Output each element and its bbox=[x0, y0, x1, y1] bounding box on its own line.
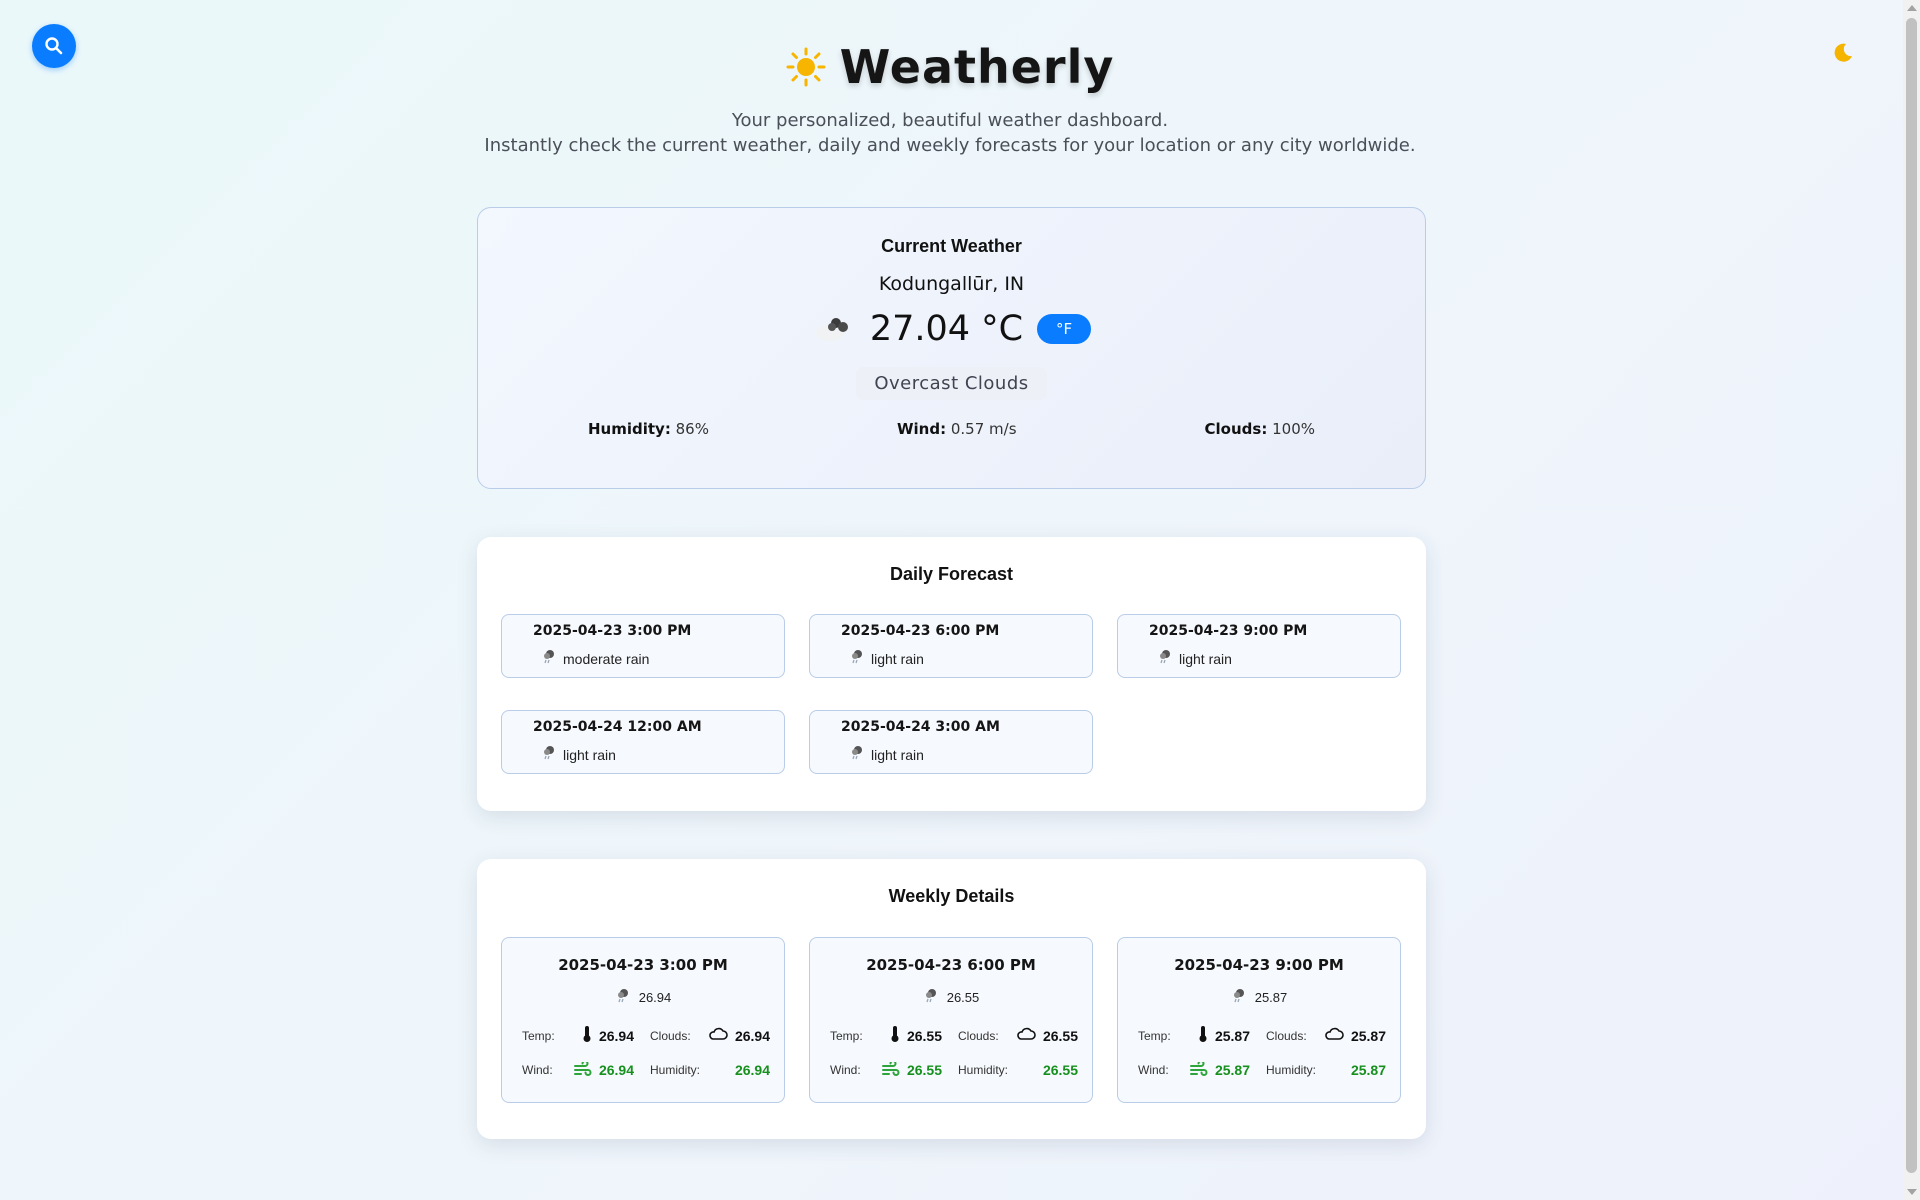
thermometer-icon bbox=[1198, 1025, 1208, 1046]
weekly-item[interactable]: 2025-04-23 6:00 PM 26.55 Temp: 26.55 Clouds:… bbox=[809, 937, 1093, 1103]
rain-icon bbox=[541, 745, 557, 764]
wind-icon bbox=[881, 1059, 900, 1079]
temp-label: Temp: bbox=[830, 1028, 863, 1043]
weekly-details-heading: Weekly Details bbox=[888, 886, 1015, 906]
daily-forecast-card: Daily Forecast 2025-04-23 3:00 PM modera… bbox=[477, 537, 1426, 811]
wind-value: 26.55 bbox=[906, 1062, 942, 1078]
current-weather-card: Current Weather Kodungallūr, IN 27.04 °C… bbox=[477, 207, 1426, 489]
current-temperature: 27.04 °C bbox=[869, 309, 1024, 349]
rain-icon bbox=[615, 988, 631, 1007]
cloud-icon bbox=[1016, 1027, 1036, 1044]
humidity-value: 26.94 bbox=[734, 1062, 770, 1078]
daily-forecast-heading: Daily Forecast bbox=[889, 564, 1014, 584]
forecast-date: 2025-04-23 9:00 PM bbox=[1149, 623, 1308, 639]
page-header: Weatherly Your personalized, beautiful w… bbox=[0, 40, 1900, 158]
forecast-date: 2025-04-23 3:00 PM bbox=[533, 623, 692, 639]
subtitle-line-2: Instantly check the current weather, dai… bbox=[484, 135, 1416, 156]
humidity-value: 26.55 bbox=[1042, 1062, 1078, 1078]
wind-value: 25.87 bbox=[1214, 1062, 1250, 1078]
weekly-summary-value: 26.55 bbox=[946, 990, 980, 1005]
temp-label: Temp: bbox=[522, 1028, 555, 1043]
clouds-value: 26.55 bbox=[1042, 1027, 1078, 1044]
forecast-description: light rain bbox=[871, 746, 924, 763]
scroll-down-arrow[interactable] bbox=[1907, 1189, 1917, 1195]
humidity-label: Humidity: bbox=[1266, 1063, 1317, 1077]
subtitle-line-1: Your personalized, beautiful weather das… bbox=[731, 110, 1169, 131]
rain-icon bbox=[1231, 988, 1247, 1007]
temp-label: Temp: bbox=[1138, 1028, 1171, 1043]
forecast-item[interactable]: 2025-04-23 6:00 PM light rain bbox=[809, 614, 1093, 678]
thermometer-icon bbox=[582, 1025, 592, 1046]
weekly-item[interactable]: 2025-04-23 9:00 PM 25.87 Temp: 25.87 Clouds:… bbox=[1117, 937, 1401, 1103]
scrollbar-thumb[interactable] bbox=[1906, 18, 1917, 1173]
clouds-label: Clouds: bbox=[650, 1028, 691, 1043]
current-stats: Humidity: 86% Wind: 0.57 m/s Clouds: 100… bbox=[478, 420, 1425, 438]
unit-toggle-button[interactable]: °F bbox=[1037, 314, 1092, 344]
wind-value: 26.94 bbox=[598, 1062, 634, 1078]
overcast-clouds-icon bbox=[815, 318, 848, 341]
wind-icon bbox=[573, 1059, 592, 1079]
forecast-item[interactable]: 2025-04-23 9:00 PM light rain bbox=[1117, 614, 1401, 678]
weekly-date: 2025-04-23 6:00 PM bbox=[866, 956, 1036, 974]
forecast-description: moderate rain bbox=[563, 650, 650, 667]
page-title: Weatherly bbox=[839, 40, 1115, 94]
wind-stat: Wind: 0.57 m/s bbox=[896, 420, 1017, 438]
forecast-description: light rain bbox=[871, 650, 924, 667]
weekly-date: 2025-04-23 9:00 PM bbox=[1174, 956, 1344, 974]
wind-label: Wind: bbox=[1138, 1063, 1169, 1077]
thermometer-icon bbox=[890, 1025, 900, 1046]
clouds-value: 26.94 bbox=[734, 1027, 770, 1044]
forecast-date: 2025-04-23 6:00 PM bbox=[841, 623, 1000, 639]
current-weather-heading: Current Weather bbox=[881, 236, 1022, 256]
rain-icon bbox=[849, 649, 865, 668]
forecast-date: 2025-04-24 3:00 AM bbox=[841, 719, 1000, 735]
forecast-item[interactable]: 2025-04-24 12:00 AM light rain bbox=[501, 710, 785, 774]
wind-label: Wind: bbox=[830, 1063, 861, 1077]
rain-icon bbox=[849, 745, 865, 764]
forecast-item[interactable]: 2025-04-24 3:00 AM light rain bbox=[809, 710, 1093, 774]
temp-value: 25.87 bbox=[1214, 1027, 1250, 1044]
humidity-label: Humidity: bbox=[958, 1063, 1009, 1077]
clouds-value: 25.87 bbox=[1350, 1027, 1386, 1044]
temp-value: 26.94 bbox=[598, 1027, 634, 1044]
page-scrollbar[interactable] bbox=[1903, 0, 1920, 1200]
city-name: Kodungallūr, IN bbox=[878, 273, 1025, 295]
weekly-item[interactable]: 2025-04-23 3:00 PM 26.94 Temp: 26.94 Clouds:… bbox=[501, 937, 785, 1103]
humidity-label: Humidity: bbox=[650, 1063, 701, 1077]
forecast-item[interactable]: 2025-04-23 3:00 PM moderate rain bbox=[501, 614, 785, 678]
sun-icon bbox=[786, 47, 826, 87]
clouds-label: Clouds: bbox=[1266, 1028, 1307, 1043]
condition-badge: Overcast Clouds bbox=[856, 367, 1047, 400]
rain-icon bbox=[923, 988, 939, 1007]
temp-value: 26.55 bbox=[906, 1027, 942, 1044]
weekly-date: 2025-04-23 3:00 PM bbox=[558, 956, 728, 974]
weekly-summary-value: 26.94 bbox=[638, 990, 672, 1005]
weekly-details-card: Weekly Details 2025-04-23 3:00 PM 26.94 Te… bbox=[477, 859, 1426, 1139]
clouds-stat: Clouds: 100% bbox=[1204, 420, 1315, 438]
clouds-label: Clouds: bbox=[958, 1028, 999, 1043]
humidity-value: 25.87 bbox=[1350, 1062, 1386, 1078]
wind-icon bbox=[1189, 1059, 1208, 1079]
rain-icon bbox=[541, 649, 557, 668]
wind-label: Wind: bbox=[522, 1063, 553, 1077]
scroll-up-arrow[interactable] bbox=[1907, 5, 1917, 11]
weekly-summary-value: 25.87 bbox=[1254, 990, 1288, 1005]
cloud-icon bbox=[1324, 1027, 1344, 1044]
cloud-icon bbox=[708, 1027, 728, 1044]
forecast-description: light rain bbox=[563, 746, 616, 763]
forecast-description: light rain bbox=[1179, 650, 1232, 667]
forecast-date: 2025-04-24 12:00 AM bbox=[533, 719, 702, 735]
rain-icon bbox=[1157, 649, 1173, 668]
humidity-stat: Humidity: 86% bbox=[588, 420, 709, 438]
